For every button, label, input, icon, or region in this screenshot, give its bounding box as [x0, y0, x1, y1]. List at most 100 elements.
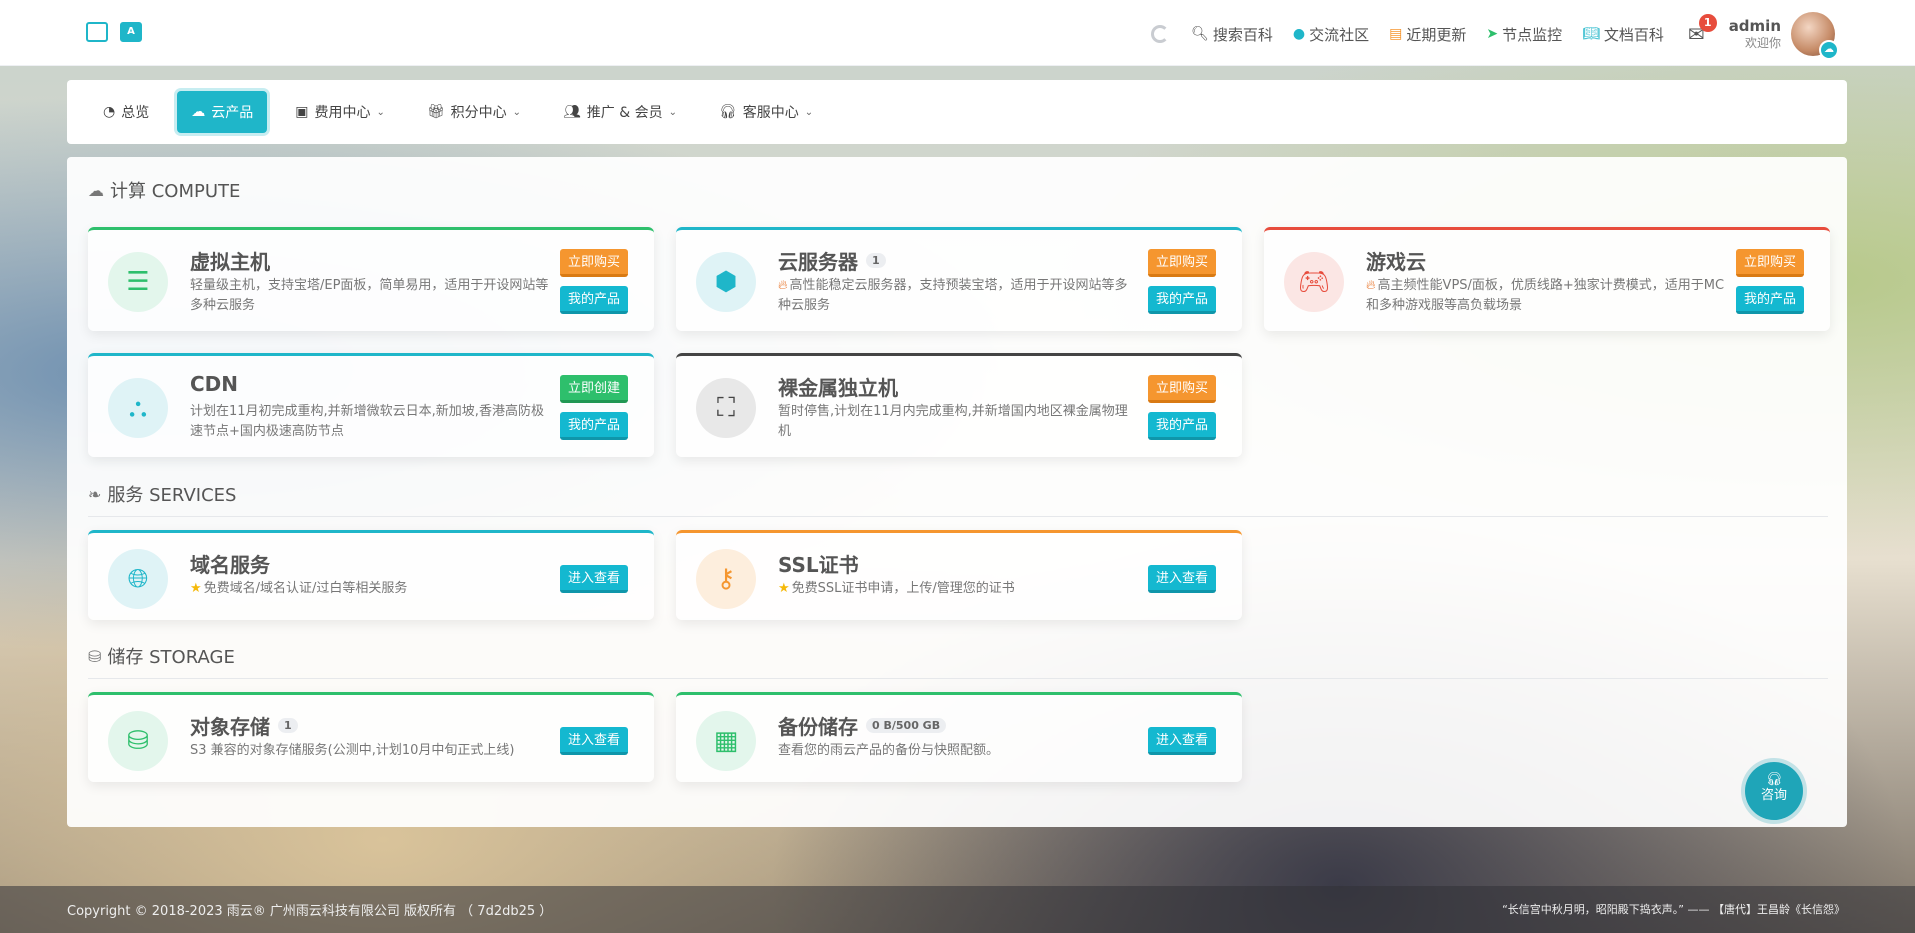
user-info[interactable]: admin 欢迎你: [1729, 17, 1781, 51]
avatar[interactable]: ☁: [1791, 12, 1839, 60]
card-desc-text: 高性能稳定云服务器，支持预装宝塔，适用于开设网站等多种云服务: [778, 278, 1128, 313]
products-panel: ☁ 计算 COMPUTE ☰ 虚拟主机 轻量级主机，支持宝塔/EP面板，简单易用…: [67, 157, 1847, 827]
nav-community[interactable]: ● 交流社区: [1293, 24, 1369, 45]
card-title-text: 备份储存: [778, 715, 858, 739]
card-bare-metal: ⛶ 裸金属独立机 暂时停售,计划在11月内完成重构,并新增国内地区裸金属物理机 …: [676, 353, 1242, 457]
menu-billing[interactable]: ▣ 费用中心 ⌄: [281, 91, 399, 133]
key-icon: ⚷: [696, 549, 756, 609]
vector-square-icon: ⛶: [696, 378, 756, 438]
nav-label: 近期更新: [1406, 25, 1467, 44]
dashboard-icon: ◔: [103, 104, 116, 120]
quota-badge: 0 B/500 GB: [866, 718, 947, 733]
user-name: admin: [1728, 17, 1781, 35]
card-backup-storage: ▦ 备份储存 0 B/500 GB 查看您的雨云产品的备份与快照配额。 进入查看: [676, 692, 1242, 782]
monitor-icon: ➤: [1486, 26, 1499, 42]
nav-updates[interactable]: ▤ 近期更新: [1389, 24, 1466, 45]
users-icon: 👥︎: [563, 104, 581, 120]
card-title: SSL证书: [778, 553, 859, 577]
section-title: 计算 COMPUTE: [110, 181, 241, 202]
docs-icon: 📖︎: [1582, 26, 1600, 42]
card-title: 游戏云: [1366, 250, 1426, 274]
menu-label: 总览: [121, 105, 150, 121]
menu-overview[interactable]: ◔ 总览: [89, 91, 163, 133]
buy-now-button[interactable]: 立即购买: [1147, 375, 1216, 403]
database-icon: ⛁: [108, 711, 168, 771]
footer-copyright: Copyright © 2018-2023 雨云® 广州雨云科技有限公司 版权所…: [67, 904, 553, 919]
chevron-down-icon: ⌄: [512, 106, 522, 118]
my-products-button[interactable]: 我的产品: [559, 412, 628, 440]
footer: Copyright © 2018-2023 雨云® 广州雨云科技有限公司 版权所…: [0, 886, 1915, 933]
my-products-button[interactable]: 我的产品: [1735, 286, 1804, 314]
fire-icon: 🔥︎: [1366, 278, 1376, 293]
buy-now-button[interactable]: 立即购买: [1147, 249, 1216, 277]
chevron-down-icon: ⌄: [804, 106, 814, 118]
database-icon: ⛁: [88, 646, 102, 666]
view-button[interactable]: 进入查看: [1147, 727, 1216, 755]
menu-label: 积分中心: [450, 105, 507, 121]
card-title-text: 云服务器: [778, 250, 858, 274]
card-desc: ★ 免费SSL证书申请，上传/管理您的证书: [778, 579, 1138, 599]
nav-search-wiki[interactable]: 🔍︎ 搜索百科: [1191, 24, 1273, 45]
gift-icon: 🎁︎: [426, 104, 445, 120]
card-domain: 🌐︎ 域名服务 ★ 免费域名/域名认证/过白等相关服务 进入查看: [88, 530, 654, 620]
main-menu: ◔ 总览 ☁ 云产品 ▣ 费用中心 ⌄ 🎁︎ 积分中心 ⌄ 👥︎ 推广 & 会员…: [67, 80, 1847, 144]
view-button[interactable]: 进入查看: [1147, 565, 1216, 593]
view-button[interactable]: 进入查看: [559, 565, 628, 593]
network-icon: ⛬: [108, 378, 168, 438]
menu-label: 云产品: [211, 105, 254, 121]
section-compute: ☁ 计算 COMPUTE: [88, 177, 240, 203]
menu-label: 费用中心: [314, 105, 371, 121]
card-cloud-server: ⬢ 云服务器 1 🔥︎ 高性能稳定云服务器，支持预装宝塔，适用于开设网站等多种云服…: [676, 227, 1242, 331]
menu-support[interactable]: 🎧︎ 客服中心 ⌄: [705, 91, 827, 133]
card-cdn: ⛬ CDN 计划在11月初完成重构,并新增微软云日本,新加坡,香港高防极速节点+…: [88, 353, 654, 457]
my-products-button[interactable]: 我的产品: [1147, 286, 1216, 314]
loading-spinner-icon: [1151, 25, 1170, 43]
translate-icon[interactable]: A: [120, 22, 142, 42]
user-welcome: 欢迎你: [1744, 36, 1781, 50]
section-divider: [88, 516, 1828, 517]
menu-points[interactable]: 🎁︎ 积分中心 ⌄: [413, 91, 535, 133]
nav-docs[interactable]: 📖︎ 文档百科: [1582, 24, 1664, 45]
cube-icon: ⬢: [696, 252, 756, 312]
top-header: A 🔍︎ 搜索百科 ● 交流社区 ▤ 近期更新 ➤ 节点监控 📖︎ 文档百科 ✉…: [0, 0, 1915, 66]
menu-cloud-products[interactable]: ☁ 云产品: [177, 91, 268, 133]
card-desc: 暂时停售,计划在11月内完成重构,并新增国内地区裸金属物理机: [778, 404, 1128, 439]
card-desc: 🔥︎ 高主频性能VPS/面板，优质线路+独家计费模式，适用于MC和多种游戏服等高负…: [1366, 276, 1726, 316]
buy-now-button[interactable]: 立即购买: [559, 249, 628, 277]
nav-label: 交流社区: [1309, 25, 1370, 44]
menu-promotion[interactable]: 👥︎ 推广 & 会员 ⌄: [549, 91, 691, 133]
consult-label: 咨询: [1760, 788, 1787, 803]
card-title-text: 对象存储: [190, 715, 270, 739]
card-title: 云服务器 1: [778, 246, 886, 275]
card-ssl: ⚷ SSL证书 ★ 免费SSL证书申请，上传/管理您的证书 进入查看: [676, 530, 1242, 620]
logo-group: A: [86, 22, 142, 42]
search-icon: 🔍︎: [1191, 26, 1209, 42]
my-products-button[interactable]: 我的产品: [559, 286, 628, 314]
consult-button[interactable]: 🎧︎ 咨询: [1745, 762, 1803, 820]
mail-badge: 1: [1698, 14, 1717, 32]
create-now-button[interactable]: 立即创建: [559, 375, 628, 403]
headset-icon: 🎧︎: [719, 104, 737, 120]
gamepad-icon: 🎮︎: [1284, 252, 1344, 312]
product-count-badge: 1: [278, 718, 298, 733]
view-button[interactable]: 进入查看: [559, 727, 628, 755]
card-title: 对象存储 1: [190, 711, 298, 740]
buy-now-button[interactable]: 立即购买: [1735, 249, 1804, 277]
card-title: 域名服务: [190, 553, 270, 577]
card-desc: ★ 免费域名/域名认证/过白等相关服务: [190, 579, 550, 599]
card-title: CDN: [190, 372, 239, 396]
globe-icon: 🌐︎: [108, 549, 168, 609]
nav-label: 搜索百科: [1212, 25, 1273, 44]
nav-node-monitor[interactable]: ➤ 节点监控: [1486, 24, 1562, 45]
gallery-icon[interactable]: [86, 22, 108, 42]
card-title: 备份储存 0 B/500 GB: [778, 711, 947, 740]
my-products-button[interactable]: 我的产品: [1147, 412, 1216, 440]
chevron-down-icon: ⌄: [668, 106, 678, 118]
card-virtual-host: ☰ 虚拟主机 轻量级主机，支持宝塔/EP面板，简单易用，适用于开设网站等多种云服…: [88, 227, 654, 331]
status-cloud-icon: ☁: [1819, 40, 1839, 60]
menu-label: 推广 & 会员: [586, 105, 663, 121]
section-storage: ⛁ 储存 STORAGE: [88, 643, 235, 669]
community-icon: ●: [1292, 26, 1306, 42]
mail-button[interactable]: ✉ 1: [1688, 14, 1717, 46]
section-divider: [88, 678, 1828, 679]
